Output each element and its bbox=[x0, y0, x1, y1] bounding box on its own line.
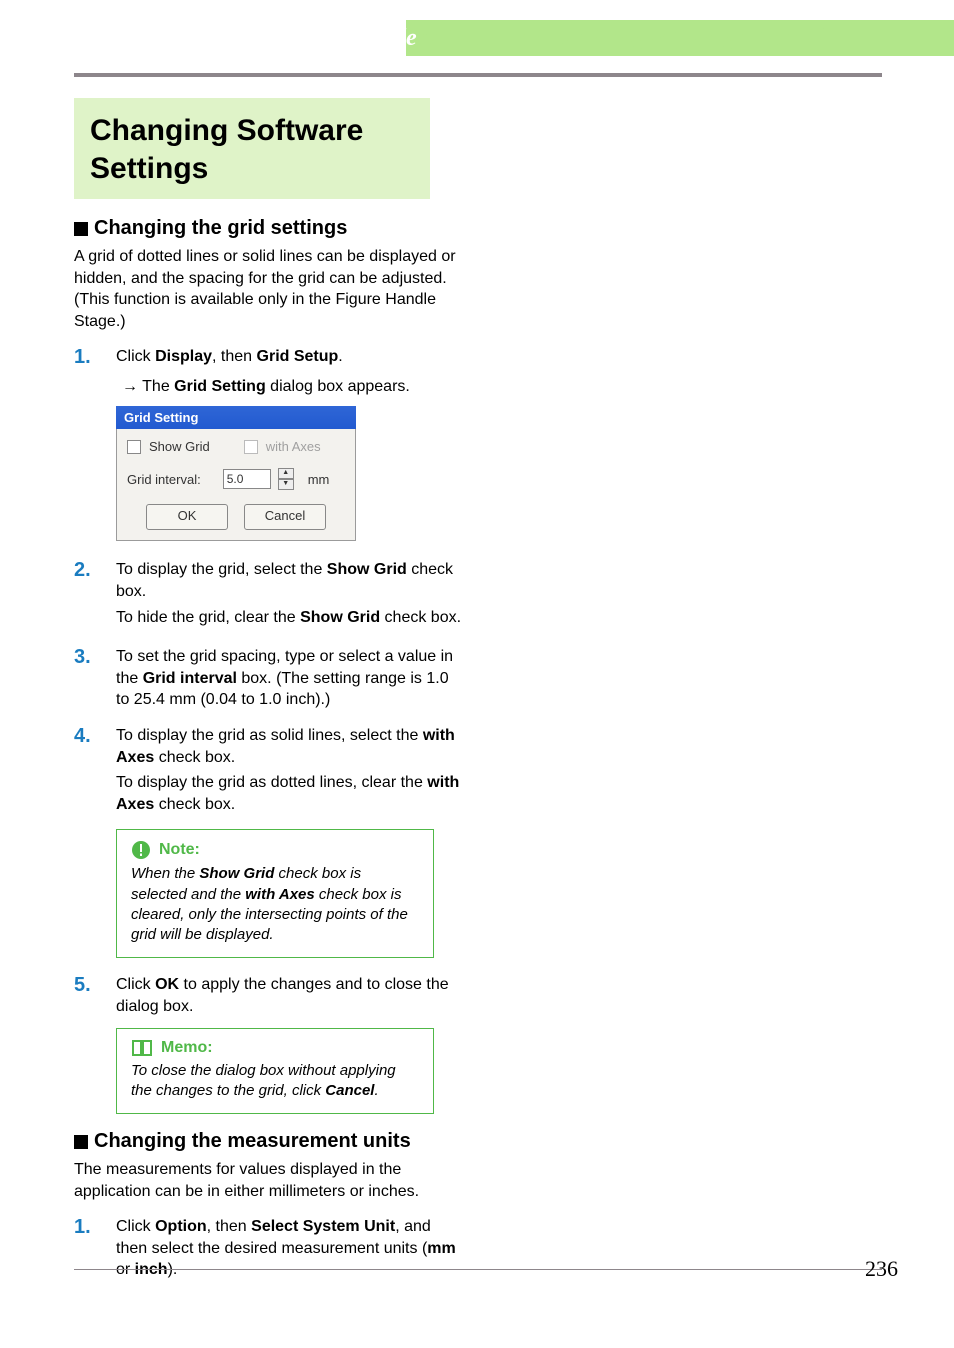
chapter-title-trail: ry Patterns From Images (Design Center) bbox=[417, 25, 830, 51]
ref-show-grid: Show Grid bbox=[327, 561, 407, 578]
ref-cancel: Cancel bbox=[325, 1082, 374, 1099]
note-body: When the Show Grid check box is selected… bbox=[131, 864, 419, 945]
ok-button[interactable]: OK bbox=[146, 504, 228, 530]
step-number: 1. bbox=[74, 1216, 116, 1238]
chapter-title: Manually Creating Embroidery Patterns Fr… bbox=[0, 20, 954, 56]
menu-display: Display bbox=[155, 348, 212, 365]
square-bullet-icon bbox=[74, 222, 88, 236]
dialog-row-checkboxes: Show Grid with Axes bbox=[127, 439, 345, 454]
spin-up-icon[interactable]: ▲ bbox=[278, 468, 294, 479]
step-3: 3. To set the grid spacing, type or sele… bbox=[74, 646, 462, 711]
step-2-body: To display the grid, select the Show Gri… bbox=[116, 559, 462, 632]
book-icon bbox=[131, 1039, 153, 1057]
t: Click bbox=[116, 976, 155, 993]
label-grid-interval: Grid interval: bbox=[127, 472, 201, 487]
step-number: 1. bbox=[74, 346, 116, 368]
t: Click bbox=[116, 1218, 155, 1235]
section-heading: Changing Software Settings bbox=[90, 112, 414, 187]
chapter-title-lead: Manually Creating Embroide bbox=[125, 25, 417, 51]
step-2: 2. To display the grid, select the Show … bbox=[74, 559, 462, 632]
t: To display the grid as dotted lines, cle… bbox=[116, 774, 427, 791]
t: To hide the grid, clear the bbox=[116, 609, 300, 626]
t: . bbox=[338, 348, 342, 365]
step-1-body: Click Display, then Grid Setup. bbox=[116, 346, 462, 368]
menu-option: Option bbox=[155, 1218, 207, 1235]
memo-label: Memo: bbox=[161, 1039, 213, 1057]
intro-paragraph-units: The measurements for values displayed in… bbox=[74, 1159, 462, 1202]
subheading-row: Changing the grid settings bbox=[74, 217, 462, 240]
label-show-grid: Show Grid bbox=[149, 439, 210, 454]
subheading-units: Changing the measurement units bbox=[94, 1130, 411, 1153]
t: Click bbox=[116, 348, 155, 365]
spin-down-icon[interactable]: ▼ bbox=[278, 479, 294, 490]
grid-interval-input[interactable]: 5.0 bbox=[223, 469, 271, 489]
subheading-row: Changing the measurement units bbox=[74, 1130, 462, 1153]
menu-grid-setup: Grid Setup bbox=[257, 348, 339, 365]
t: When the bbox=[131, 865, 199, 882]
ref-grid-interval: Grid interval bbox=[143, 670, 237, 687]
ref-with-axes: with Axes bbox=[245, 886, 314, 903]
dialog-panel: Show Grid with Axes Grid interval: 5.0 ▲… bbox=[116, 429, 356, 541]
units-step-1-body: Click Option, then Select System Unit, a… bbox=[116, 1216, 462, 1281]
step-5: 5. Click OK to apply the changes and to … bbox=[74, 974, 462, 1017]
ref-ok: OK bbox=[155, 976, 179, 993]
checkbox-show-grid[interactable] bbox=[127, 440, 141, 454]
alert-icon bbox=[131, 840, 151, 860]
dialog-name: Grid Setting bbox=[174, 378, 266, 395]
step-5-body: Click OK to apply the changes and to clo… bbox=[116, 974, 462, 1017]
t: check box. bbox=[154, 796, 235, 813]
step-number: 2. bbox=[74, 559, 116, 581]
step-number: 5. bbox=[74, 974, 116, 996]
unit-mm: mm bbox=[427, 1240, 455, 1257]
step-number: 3. bbox=[74, 646, 116, 668]
note-header: Note: bbox=[131, 840, 419, 860]
memo-callout: Memo: To close the dialog box without ap… bbox=[116, 1028, 434, 1115]
t: check box. bbox=[154, 749, 235, 766]
bottom-rule bbox=[74, 1269, 882, 1270]
subheading-grid: Changing the grid settings bbox=[94, 217, 347, 240]
t: , then bbox=[212, 348, 256, 365]
units-step-1: 1. Click Option, then Select System Unit… bbox=[74, 1216, 462, 1281]
ref-show-grid: Show Grid bbox=[300, 609, 380, 626]
top-rule bbox=[74, 73, 882, 77]
step-number: 4. bbox=[74, 725, 116, 747]
step-1-result: → The Grid Setting dialog box appears. bbox=[122, 378, 462, 396]
dialog-row-interval: Grid interval: 5.0 ▲▼ mm bbox=[127, 468, 345, 490]
step-4: 4. To display the grid as solid lines, s… bbox=[74, 725, 462, 819]
ref-show-grid: Show Grid bbox=[199, 865, 274, 882]
step-1: 1. Click Display, then Grid Setup. bbox=[74, 346, 462, 368]
cancel-button[interactable]: Cancel bbox=[244, 504, 326, 530]
menu-select-system-unit: Select System Unit bbox=[251, 1218, 395, 1235]
t: . bbox=[374, 1082, 378, 1099]
step-4-body: To display the grid as solid lines, sele… bbox=[116, 725, 462, 819]
t: To display the grid, select the bbox=[116, 561, 327, 578]
note-label: Note: bbox=[159, 841, 200, 859]
dialog-titlebar: Grid Setting bbox=[116, 406, 356, 429]
t: To display the grid as solid lines, sele… bbox=[116, 727, 423, 744]
content-area: Changing Software Settings Changing the … bbox=[74, 98, 882, 1289]
page-header: Manually Creating Embroidery Patterns Fr… bbox=[0, 20, 954, 56]
grid-setting-dialog: Grid Setting Show Grid with Axes Grid in… bbox=[116, 406, 356, 541]
t: dialog box appears. bbox=[266, 378, 410, 395]
memo-header: Memo: bbox=[131, 1039, 419, 1057]
intro-paragraph-grid: A grid of dotted lines or solid lines ca… bbox=[74, 246, 462, 332]
t: check box. bbox=[380, 609, 461, 626]
note-callout: Note: When the Show Grid check box is se… bbox=[116, 829, 434, 958]
t: , then bbox=[207, 1218, 251, 1235]
step-3-body: To set the grid spacing, type or select … bbox=[116, 646, 462, 711]
left-column: Changing the grid settings A grid of dot… bbox=[74, 217, 462, 1281]
page-number: 236 bbox=[865, 1256, 898, 1282]
label-with-axes: with Axes bbox=[266, 439, 321, 454]
spinner-buttons[interactable]: ▲▼ bbox=[278, 468, 294, 490]
checkbox-with-axes[interactable] bbox=[244, 440, 258, 454]
square-bullet-icon bbox=[74, 1135, 88, 1149]
section-heading-band: Changing Software Settings bbox=[74, 98, 430, 199]
unit-mm: mm bbox=[308, 472, 330, 487]
memo-body: To close the dialog box without applying… bbox=[131, 1061, 419, 1102]
t: → The bbox=[122, 378, 174, 395]
dialog-button-row: OK Cancel bbox=[127, 504, 345, 530]
